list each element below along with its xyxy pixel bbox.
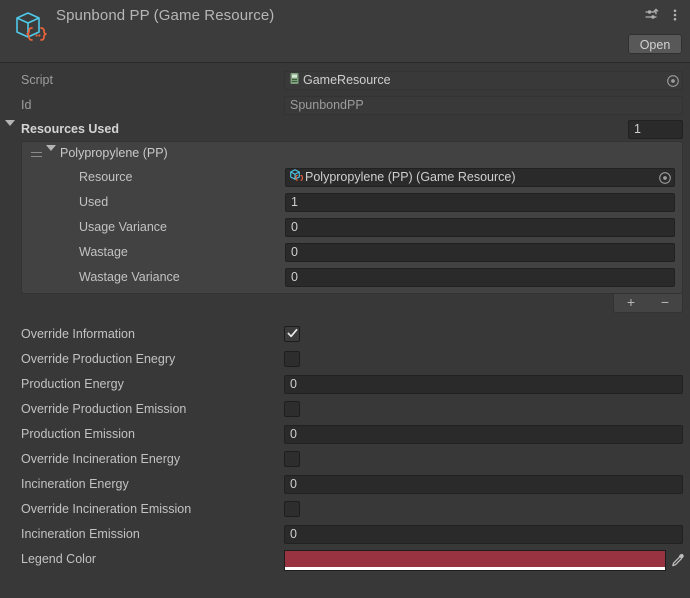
id-field[interactable]: SpunbondPP [284,96,683,115]
override-incineration-energy-label: Override Incineration Energy [21,452,181,466]
scriptable-object-icon [289,169,304,186]
usage-variance-row: Usage Variance 0 [22,216,682,241]
open-button[interactable]: Open [628,34,682,54]
chevron-down-icon[interactable] [46,145,56,165]
id-label: Id [21,98,32,112]
resource-row: Resource Polypropylene (PP) (Game Resour… [22,166,682,191]
override-information-label: Override Information [21,327,135,341]
array-remove-button[interactable]: − [648,294,682,312]
legend-color-label: Legend Color [21,552,97,566]
override-production-emission-checkbox[interactable] [284,401,300,417]
override-incineration-emission-label: Override Incineration Emission [21,502,192,516]
legend-color-row: Legend Color [0,548,690,574]
cs-script-icon [288,72,301,89]
eyedropper-icon[interactable] [670,552,686,568]
used-field[interactable]: 1 [285,193,675,212]
object-picker-icon[interactable] [658,171,672,185]
production-energy-field[interactable]: 0 [284,375,683,394]
production-energy-row: Production Energy 0 [0,373,690,398]
wastage-variance-field[interactable]: 0 [285,268,675,287]
array-element-header[interactable]: Polypropylene (PP) [22,142,682,166]
override-incineration-energy-checkbox[interactable] [284,451,300,467]
preset-icon[interactable] [645,8,659,22]
used-row: Used 1 [22,191,682,216]
wastage-label: Wastage [79,245,128,259]
resource-label: Resource [79,170,133,184]
scriptable-object-icon [8,6,50,48]
resources-used-array: Polypropylene (PP) Resource Polypropylen… [21,141,683,294]
incineration-energy-row: Incineration Energy 0 [0,473,690,498]
incineration-energy-label: Incineration Energy [21,477,129,491]
id-row: Id SpunbondPP [0,94,690,119]
array-element-name: Polypropylene (PP) [60,146,168,160]
resources-used-label: Resources Used [21,122,119,136]
script-value: GameResource [303,73,391,87]
override-incineration-emission-checkbox[interactable] [284,501,300,517]
override-incineration-emission-row: Override Incineration Emission [0,498,690,523]
production-emission-label: Production Emission [21,427,135,441]
production-emission-field[interactable]: 0 [284,425,683,444]
page-title: Spunbond PP (Game Resource) [56,7,275,24]
override-information-checkbox[interactable] [284,326,300,342]
incineration-emission-row: Incineration Emission 0 [0,523,690,548]
override-information-row: Override Information [0,323,690,348]
array-buttons: + − [0,294,683,315]
override-incineration-energy-row: Override Incineration Energy [0,448,690,473]
header-tools [645,8,682,22]
array-add-button[interactable]: + [614,294,648,312]
incineration-energy-field[interactable]: 0 [284,475,683,494]
array-size-field[interactable]: 1 [628,120,683,139]
legend-color-swatch[interactable] [284,550,666,571]
resource-object-field[interactable]: Polypropylene (PP) (Game Resource) [285,168,675,187]
override-production-energy-label: Override Production Enegry [21,352,176,366]
override-production-energy-checkbox[interactable] [284,351,300,367]
chevron-down-icon[interactable] [5,120,15,140]
usage-variance-label: Usage Variance [79,220,168,234]
resource-value: Polypropylene (PP) (Game Resource) [305,170,516,184]
wastage-row: Wastage 0 [22,241,682,266]
override-production-emission-label: Override Production Emission [21,402,187,416]
legend-color-alpha [285,567,665,570]
used-label: Used [79,195,109,209]
script-label: Script [21,73,53,87]
incineration-emission-label: Incineration Emission [21,527,140,541]
usage-variance-field[interactable]: 0 [285,218,675,237]
script-row: Script GameResource [0,69,690,94]
check-icon [287,328,298,338]
object-picker-icon[interactable] [666,74,680,88]
production-energy-label: Production Energy [21,377,124,391]
wastage-variance-row: Wastage Variance 0 [22,266,682,293]
inspector-header: Spunbond PP (Game Resource) Open [0,0,690,63]
wastage-field[interactable]: 0 [285,243,675,262]
override-production-emission-row: Override Production Emission [0,398,690,423]
script-field[interactable]: GameResource [284,71,683,90]
legend-color-main [285,551,665,567]
incineration-emission-field[interactable]: 0 [284,525,683,544]
drag-handle-icon[interactable] [31,152,42,157]
production-emission-row: Production Emission 0 [0,423,690,448]
resources-used-foldout[interactable]: Resources Used 1 [0,119,690,141]
wastage-variance-label: Wastage Variance [79,270,180,284]
override-production-energy-row: Override Production Enegry [0,348,690,373]
kebab-menu-icon[interactable] [668,8,682,22]
